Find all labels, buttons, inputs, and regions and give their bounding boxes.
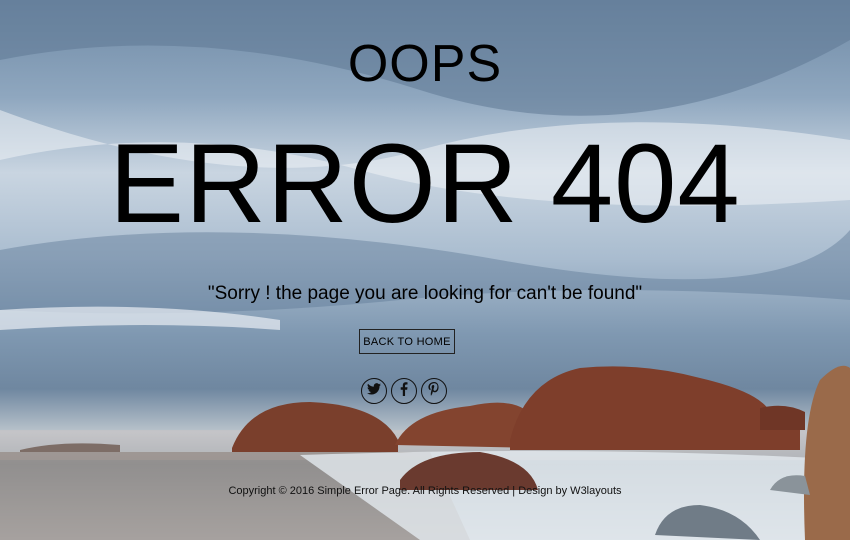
back-to-home-button[interactable]: BACK TO HOME — [359, 329, 455, 354]
facebook-link[interactable] — [391, 378, 417, 404]
social-links — [361, 378, 447, 404]
footer-copyright: Copyright © 2016 Simple Error Page. All … — [228, 485, 622, 497]
error-message: "Sorry ! the page you are looking for ca… — [207, 283, 643, 304]
facebook-icon — [400, 381, 408, 401]
pinterest-link[interactable] — [421, 378, 447, 404]
twitter-icon — [367, 382, 381, 400]
error-title: ERROR 404 — [109, 121, 741, 246]
pinterest-icon — [428, 381, 440, 401]
oops-heading: OOPS — [347, 35, 503, 93]
twitter-link[interactable] — [361, 378, 387, 404]
